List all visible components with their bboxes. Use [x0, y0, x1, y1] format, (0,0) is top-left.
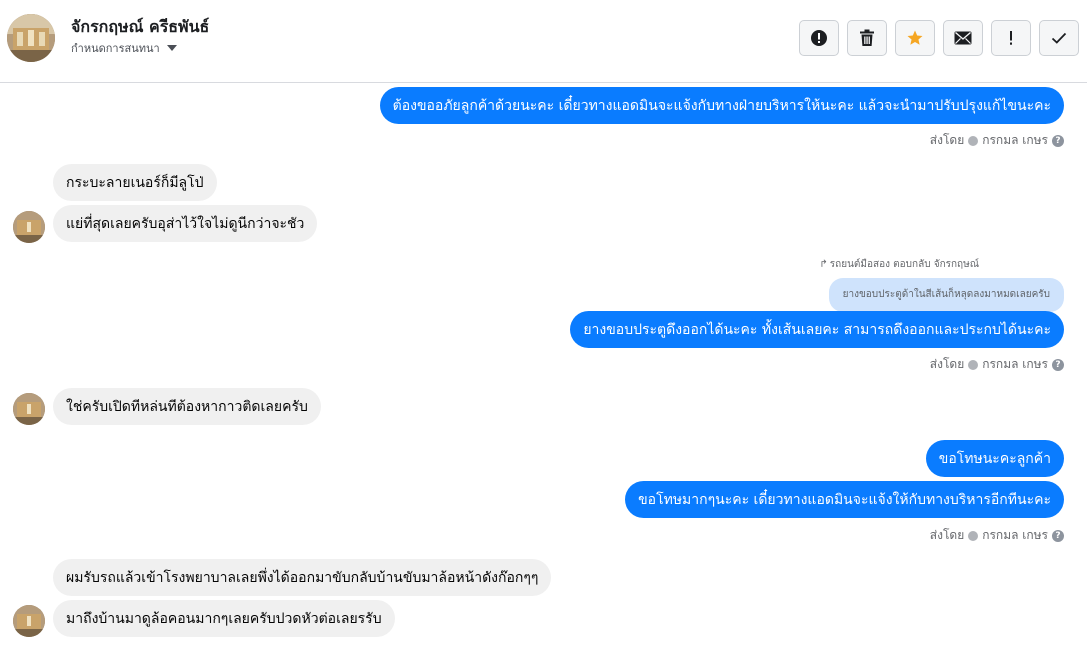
star-button[interactable] [895, 20, 935, 56]
page-check-icon [968, 530, 979, 541]
report-spam-button[interactable] [799, 20, 839, 56]
conversation-toolbar [799, 20, 1079, 56]
alert-circle-icon [811, 30, 827, 46]
checkmark-icon [1051, 32, 1067, 44]
message-outgoing[interactable]: ขอโทษมากๆนะคะ เดี๋ยวทางแอดมินจะแจ้งให้กั… [625, 481, 1064, 518]
sent-by-label: ส่งโดย กรกมล เกษร ? [930, 526, 1064, 545]
contact-avatar[interactable] [7, 14, 55, 62]
message-incoming[interactable]: กระบะลายเนอร์ก็มีลูโป่ [53, 164, 217, 201]
trash-icon [860, 29, 874, 46]
help-icon[interactable]: ? [1052, 358, 1064, 371]
sent-by-label: ส่งโดย กรกมล เกษร ? [930, 355, 1064, 374]
sent-by-name: กรกมล เกษร [982, 357, 1048, 371]
quoted-message[interactable]: ยางขอบประตูด้าในสีเส้นก็หลุดลงมาหมดเลยคร… [828, 278, 1064, 312]
sent-by-prefix: ส่งโดย [929, 133, 965, 147]
conversation-header: จักรกฤษณ์ ครีธพันธ์ กำหนดการสนทนา [0, 0, 1087, 83]
reply-meta-text: รถยนต์มือสอง ตอบกลับ จักรกฤษณ์ [829, 259, 979, 270]
message-outgoing[interactable]: ขอโทษนะคะลูกค้า [925, 440, 1064, 477]
message-outgoing[interactable]: ยางขอบประตูดึงออกได้นะคะ ทั้งเส้นเลยคะ ส… [570, 311, 1064, 348]
message-incoming[interactable]: ใช่ครับเปิดทีหล่นทีต้องหากาวติดเลยครับ [53, 388, 321, 425]
chevron-down-icon [166, 45, 177, 51]
sender-avatar[interactable] [13, 393, 45, 425]
sender-avatar[interactable] [13, 211, 45, 243]
reply-arrow-icon: ↱ [819, 259, 828, 270]
assign-label: กำหนดการสนทนา [71, 42, 160, 55]
exclamation-icon [1010, 31, 1012, 45]
star-icon [907, 30, 923, 45]
sent-by-label: ส่งโดย กรกมล เกษร ? [930, 131, 1064, 150]
delete-button[interactable] [847, 20, 887, 56]
assign-conversation-dropdown[interactable]: กำหนดการสนทนา [71, 39, 177, 57]
sent-by-name: กรกมล เกษร [982, 133, 1048, 147]
sender-avatar[interactable] [13, 605, 45, 637]
mark-unread-button[interactable] [943, 20, 983, 56]
contact-name: จักรกฤษณ์ ครีธพันธ์ [71, 17, 210, 36]
message-incoming[interactable]: แย่ที่สุดเลยครับอุส่าไว้ใจไม่ดูนีกว่าจะช… [53, 205, 318, 242]
reply-context: ↱ รถยนต์มือสอง ตอบกลับ จักรกฤษณ์ [819, 257, 979, 272]
mark-done-button[interactable] [1039, 20, 1079, 56]
conversation-view: จักรกฤษณ์ ครีธพันธ์ กำหนดการสนทนา ต้องขอ… [0, 0, 1087, 646]
sent-by-name: กรกมล เกษร [982, 528, 1048, 542]
message-outgoing[interactable]: ต้องขออภัยลูกค้าด้วยนะคะ เดี๋ยวทางแอดมิน… [379, 87, 1064, 124]
message-incoming[interactable]: มาถึงบ้านมาดูล้อคอนมากๆเลยครับปวดหัวต่อเ… [53, 600, 395, 637]
sent-by-prefix: ส่งโดย [929, 528, 965, 542]
message-incoming[interactable]: ผมรับรถแล้วเข้าโรงพยาบาลเลยพึ่งได้ออกมาข… [53, 559, 552, 596]
envelope-icon [954, 31, 972, 45]
page-check-icon [968, 135, 979, 146]
page-check-icon [968, 359, 979, 370]
help-icon[interactable]: ? [1052, 529, 1064, 542]
sent-by-prefix: ส่งโดย [929, 357, 965, 371]
follow-up-button[interactable] [991, 20, 1031, 56]
help-icon[interactable]: ? [1052, 134, 1064, 147]
